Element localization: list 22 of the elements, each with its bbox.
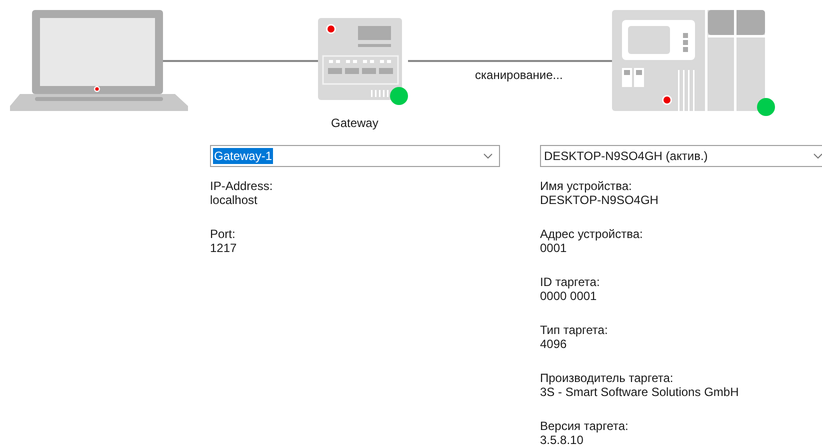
field-value: 3.5.8.10 (540, 433, 584, 447)
field-value: 1217 (210, 241, 237, 255)
field-value: 3S - Smart Software Solutions GmbH (540, 385, 739, 399)
field-label: Port: (210, 227, 236, 241)
field-value: 4096 (540, 337, 567, 351)
field-label: Версия таргета: (540, 419, 628, 433)
field-value: 0001 (540, 241, 567, 255)
field-label: ID таргета: (540, 275, 600, 289)
field-label: Имя устройства: (540, 179, 632, 193)
field-label: IP-Address: (210, 179, 273, 193)
device-dropdown[interactable]: DESKTOP-N9SO4GH (актив.) (540, 145, 822, 167)
field-label: Производитель таргета: (540, 371, 674, 385)
scan-status: сканирование... (475, 68, 563, 82)
field-label: Тип таргета: (540, 323, 608, 337)
chevron-icon (813, 153, 822, 159)
field-value: 0000 0001 (540, 289, 597, 303)
field-label: Адрес устройства: (540, 227, 643, 241)
chevron-icon (483, 153, 493, 159)
field-value: DESKTOP-N9SO4GH (540, 193, 658, 207)
gateway-label: Gateway (331, 116, 378, 130)
field-value: localhost (210, 193, 258, 207)
device-dropdown[interactable]: Gateway-1 (210, 145, 500, 167)
